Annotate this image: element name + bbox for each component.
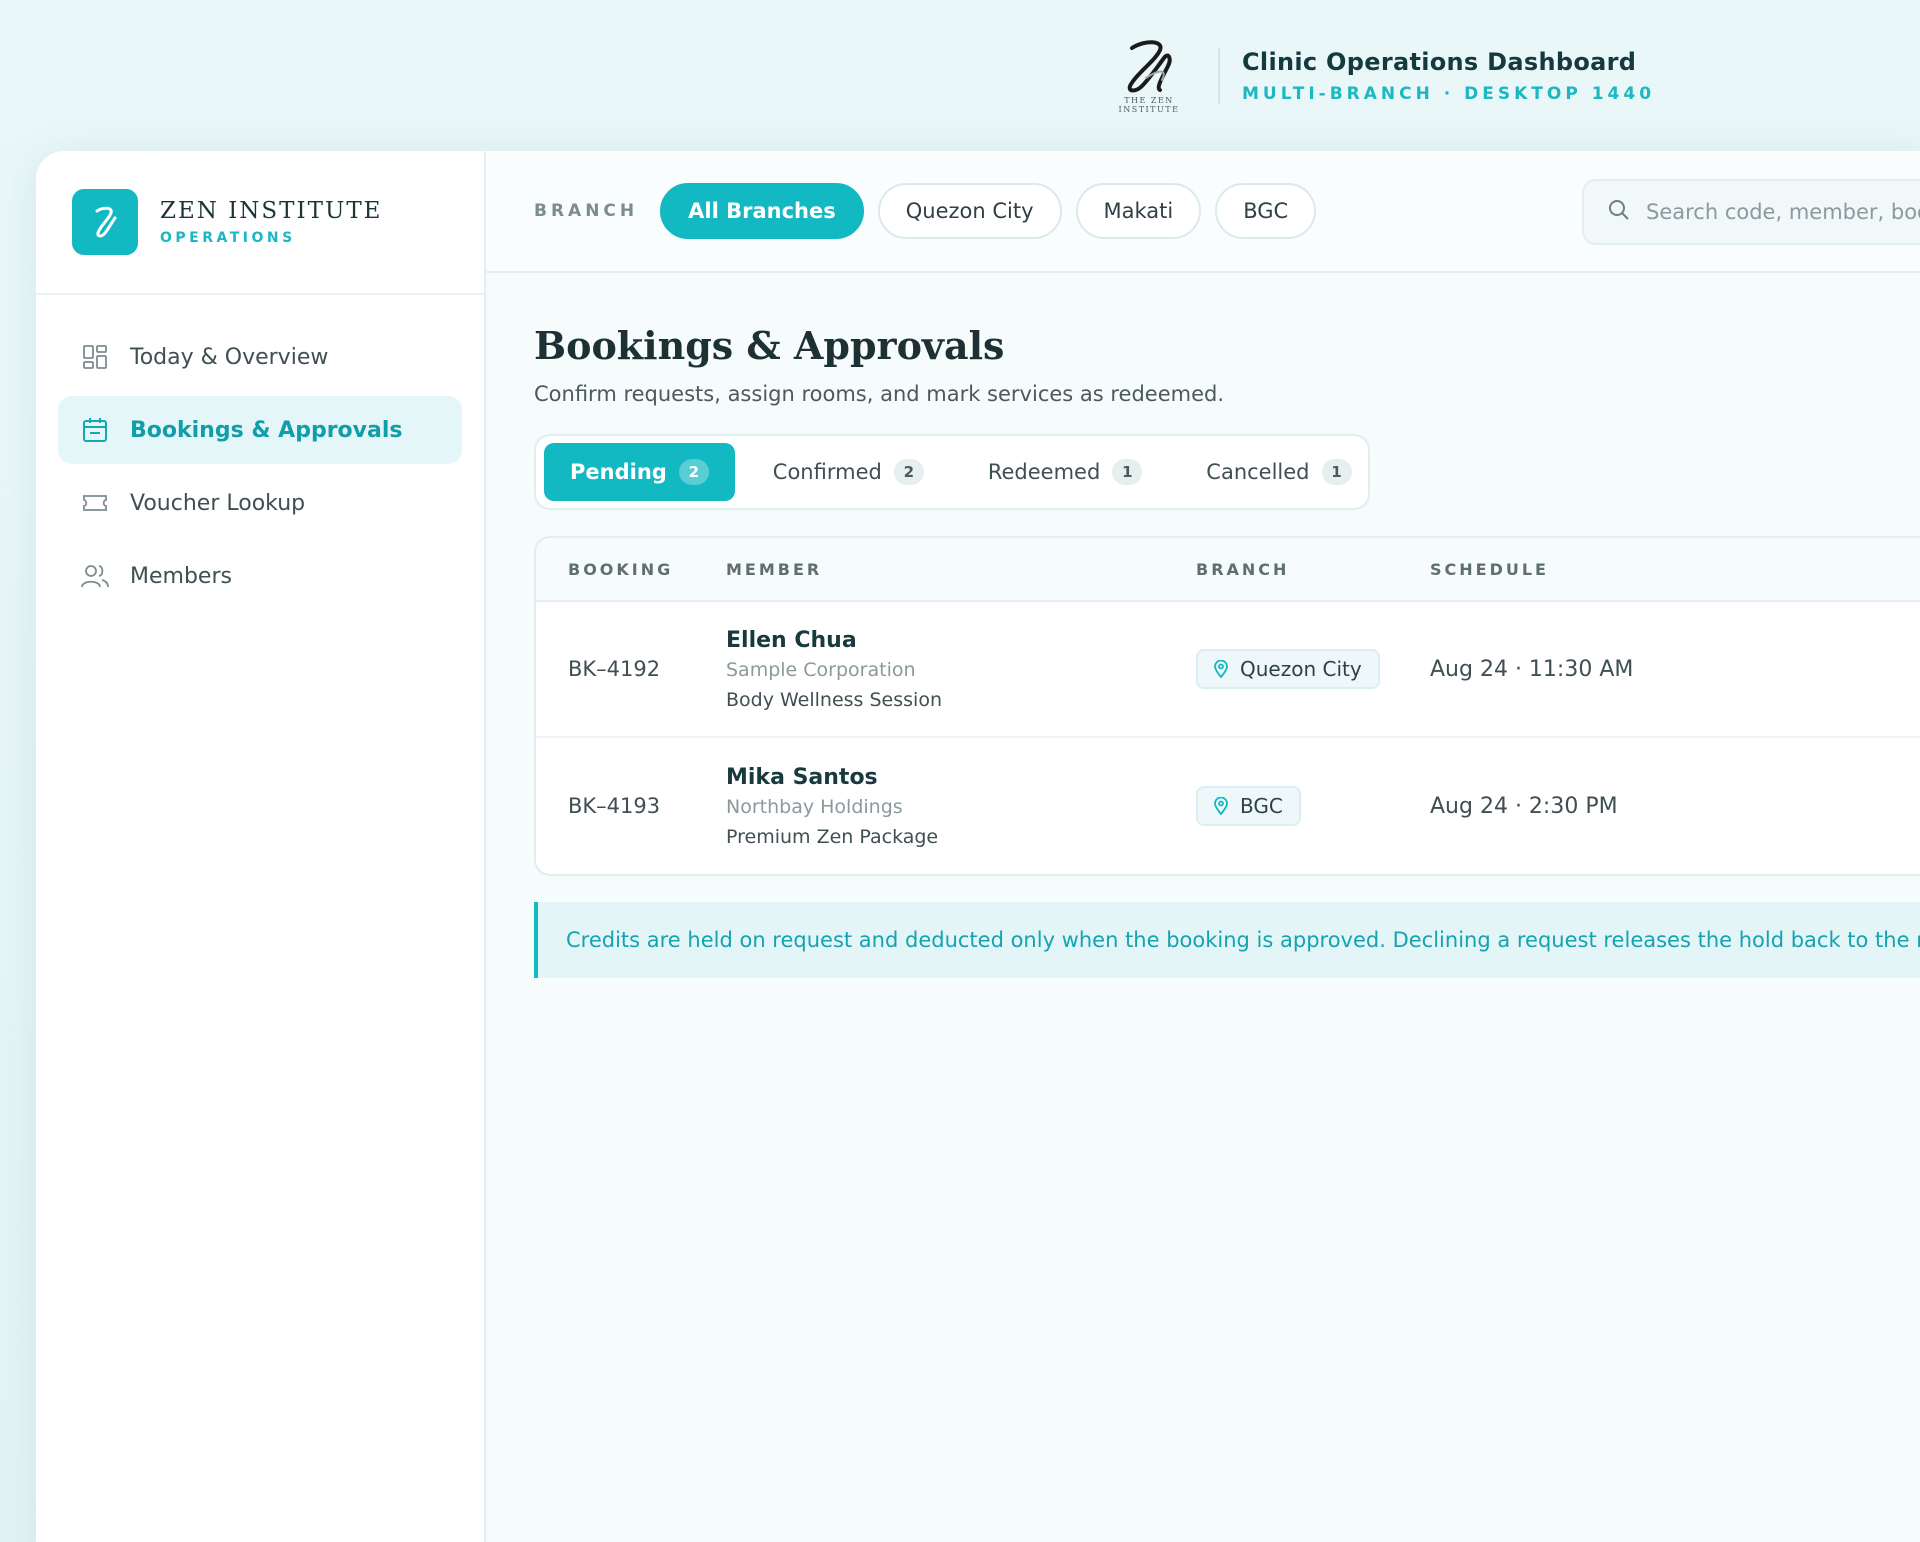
brand-logo-icon: [72, 189, 138, 255]
sidebar: ZEN INSTITUTE OPERATIONS Today & Overvie…: [36, 151, 486, 1542]
tab-label: Confirmed: [772, 460, 882, 484]
search-icon: [1608, 199, 1630, 225]
booking-code: BK–4192: [568, 657, 661, 681]
member-service: Body Wellness Session: [726, 688, 942, 711]
schedule-time: Aug 24 · 11:30 AM: [1430, 656, 1634, 682]
chip-bgc[interactable]: BGC: [1215, 183, 1317, 239]
branch-filter-bar: BRANCH All Branches Quezon City Makati B…: [486, 151, 1920, 273]
column-header-member[interactable]: MEMBER: [726, 560, 1196, 579]
member-name: Ellen Chua: [726, 627, 857, 653]
zen-script-logo-icon: [1127, 40, 1172, 93]
main-content: BRANCH All Branches Quezon City Makati B…: [486, 151, 1920, 1542]
app-window: ZEN INSTITUTE OPERATIONS Today & Overvie…: [36, 151, 1920, 1542]
branch-cell: BGC: [1196, 786, 1430, 826]
page-title: Bookings & Approvals: [534, 323, 1005, 368]
branch-filter-label: BRANCH: [534, 201, 639, 221]
tab-count-badge: 2: [893, 459, 924, 485]
sidebar-item-members[interactable]: Members: [58, 542, 462, 610]
dashboard-title: Clinic Operations Dashboard: [1242, 48, 1637, 76]
page-subtitle: Confirm requests, assign rooms, and mark…: [534, 382, 1225, 406]
status-tabs: Pending 2 Confirmed 2 Redeemed 1 Cancell…: [534, 434, 1370, 510]
brand-subtitle: OPERATIONS: [160, 230, 296, 246]
dashboard-subtitle: MULTI-BRANCH · DESKTOP 1440: [1242, 84, 1656, 104]
branch-badge: BGC: [1196, 786, 1301, 826]
chip-quezon-city[interactable]: Quezon City: [877, 183, 1062, 239]
brand-name: ZEN INSTITUTE: [160, 198, 383, 224]
table-row[interactable]: BK–4193 Mika Santos Northbay Holdings Pr…: [536, 738, 1920, 874]
ticket-icon: [80, 488, 110, 518]
sidebar-item-voucher-lookup[interactable]: Voucher Lookup: [58, 469, 462, 537]
users-icon: [80, 561, 110, 591]
sidebar-item-today-overview[interactable]: Today & Overview: [58, 323, 462, 391]
chip-makati[interactable]: Makati: [1075, 183, 1202, 239]
header-divider: [1218, 48, 1220, 104]
sidebar-item-label: Voucher Lookup: [130, 490, 306, 516]
calendar-icon: [80, 415, 110, 445]
member-company: Northbay Holdings: [726, 795, 903, 818]
tab-label: Redeemed: [987, 460, 1101, 484]
branch-badge: Quezon City: [1196, 649, 1380, 689]
branch-name: Quezon City: [1240, 657, 1362, 681]
column-header-booking[interactable]: BOOKING: [536, 560, 726, 579]
member-service: Premium Zen Package: [726, 825, 939, 848]
tab-cancelled[interactable]: Cancelled 1: [1180, 443, 1377, 501]
chip-all-branches[interactable]: All Branches: [660, 183, 864, 239]
branch-name: BGC: [1240, 794, 1283, 818]
table-row[interactable]: BK–4192 Ellen Chua Sample Corporation Bo…: [536, 602, 1920, 738]
search-box[interactable]: [1582, 179, 1920, 245]
member-name: Mika Santos: [726, 764, 878, 790]
location-pin-icon: [1214, 660, 1228, 678]
tab-count-badge: 1: [1112, 459, 1143, 485]
sidebar-nav: Today & Overview Bookings & Approvals Vo…: [36, 295, 484, 610]
notice-text: Credits are held on request and deducted…: [566, 928, 1920, 952]
schedule-time: Aug 24 · 2:30 PM: [1430, 793, 1618, 819]
member-cell: Ellen Chua Sample Corporation Body Welln…: [726, 628, 1196, 711]
sidebar-brand: ZEN INSTITUTE OPERATIONS: [36, 151, 484, 295]
column-header-branch[interactable]: BRANCH: [1196, 560, 1430, 579]
search-input[interactable]: [1646, 200, 1920, 224]
member-cell: Mika Santos Northbay Holdings Premium Ze…: [726, 765, 1196, 848]
zen-institute-logo: THE ZEN INSTITUTE: [1094, 38, 1204, 114]
branch-cell: Quezon City: [1196, 649, 1430, 689]
page-header: Bookings & Approvals Confirm requests, a…: [486, 273, 1920, 406]
credits-notice: Credits are held on request and deducted…: [534, 902, 1920, 978]
tab-redeemed[interactable]: Redeemed 1: [962, 443, 1168, 501]
dashboard-icon: [80, 342, 110, 372]
sidebar-item-label: Today & Overview: [130, 344, 329, 370]
tab-count-badge: 2: [678, 459, 709, 485]
location-pin-icon: [1214, 797, 1228, 815]
column-header-schedule[interactable]: SCHEDULE: [1430, 560, 1920, 579]
logo-caption: THE ZEN INSTITUTE: [1118, 96, 1180, 114]
member-company: Sample Corporation: [726, 658, 916, 681]
tab-label: Pending: [570, 460, 667, 484]
sidebar-item-bookings-approvals[interactable]: Bookings & Approvals: [58, 396, 462, 464]
bookings-table: BOOKING MEMBER BRANCH SCHEDULE BK–4192 E…: [534, 536, 1920, 876]
sidebar-item-label: Members: [130, 563, 232, 589]
booking-code: BK–4193: [568, 794, 661, 818]
tab-count-badge: 1: [1321, 459, 1352, 485]
tab-label: Cancelled: [1206, 460, 1310, 484]
tab-confirmed[interactable]: Confirmed 2: [747, 443, 950, 501]
table-header: BOOKING MEMBER BRANCH SCHEDULE: [536, 538, 1920, 602]
sidebar-item-label: Bookings & Approvals: [130, 417, 403, 443]
top-brand-header: THE ZEN INSTITUTE Clinic Operations Dash…: [1094, 38, 1655, 114]
tab-pending[interactable]: Pending 2: [544, 443, 735, 501]
